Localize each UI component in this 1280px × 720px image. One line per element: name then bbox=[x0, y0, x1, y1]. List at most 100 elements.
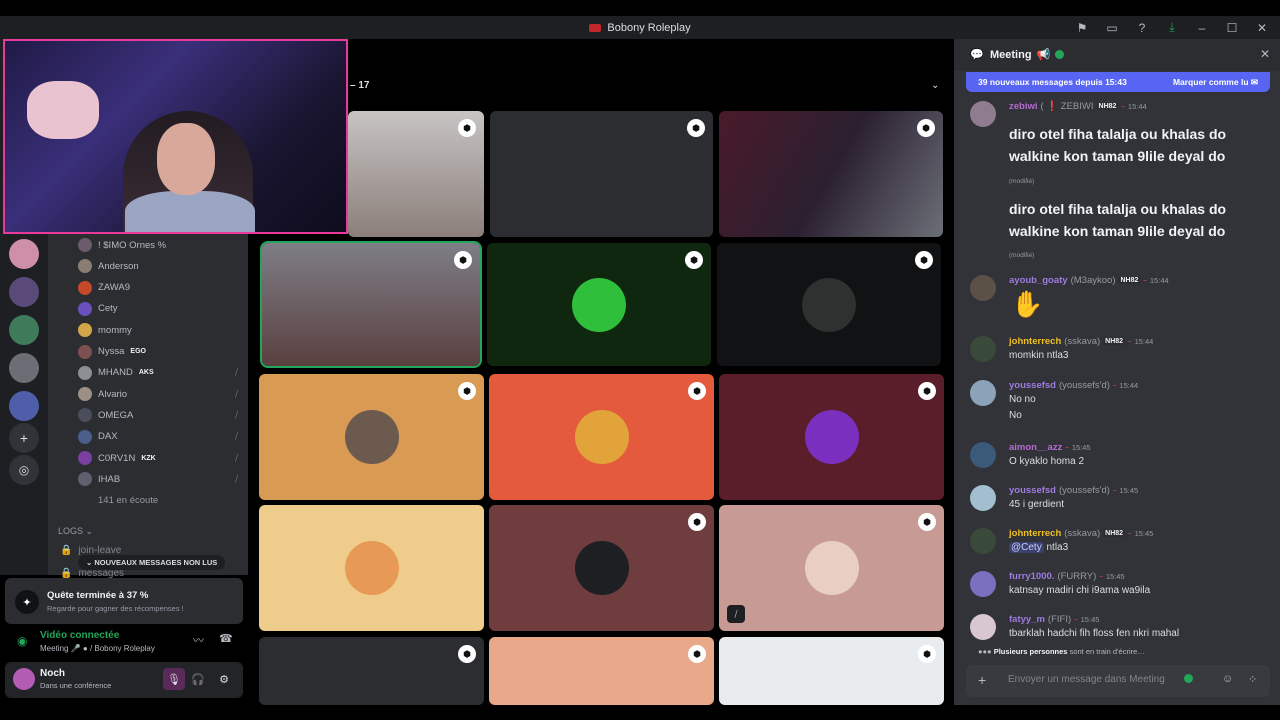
add-server-icon[interactable]: + bbox=[9, 423, 39, 453]
voice-member[interactable]: C0RV1N KZK ⧸ bbox=[78, 451, 238, 465]
voice-member[interactable]: Nyssa EGO bbox=[78, 344, 238, 359]
shield-icon[interactable]: ⬢ bbox=[688, 382, 706, 400]
shield-icon[interactable]: ⬢ bbox=[458, 119, 476, 137]
shield-icon[interactable]: ⬢ bbox=[458, 645, 476, 663]
avatar[interactable] bbox=[970, 380, 996, 406]
author-name[interactable]: youssefsd bbox=[1009, 380, 1056, 391]
message-input[interactable]: Envoyer un message dans Meeting bbox=[1008, 674, 1165, 685]
shield-icon[interactable]: ⬢ bbox=[454, 251, 472, 269]
voice-member[interactable]: Alvario ⧸ bbox=[78, 387, 238, 402]
download-icon[interactable]: ⤓ bbox=[1164, 20, 1180, 36]
avatar[interactable] bbox=[970, 485, 996, 511]
mark-read-button[interactable]: Marquer comme lu ✉ bbox=[1173, 77, 1258, 88]
video-tile-screen[interactable]: ⬢ bbox=[490, 111, 713, 237]
video-tile-avatar[interactable]: ⬢ bbox=[487, 243, 711, 366]
message-body: @Cety ntla3 bbox=[1009, 542, 1068, 553]
server-folder-icon[interactable] bbox=[9, 277, 39, 307]
shield-icon[interactable]: ⬢ bbox=[918, 382, 936, 400]
close-button[interactable]: ✕ bbox=[1254, 20, 1270, 36]
server-folder-icon[interactable] bbox=[9, 391, 39, 421]
voice-member[interactable]: MHAND AKS ⧸ bbox=[78, 365, 238, 380]
minimize-button[interactable]: – bbox=[1194, 20, 1210, 36]
new-messages-pill[interactable]: ⌄ NOUVEAUX MESSAGES NON LUS bbox=[78, 555, 226, 570]
voice-member[interactable]: ! $IMO Ornes % bbox=[78, 238, 238, 252]
message-composer[interactable]: + Envoyer un message dans Meeting ☺ ⁘ bbox=[966, 665, 1270, 697]
guild-tag[interactable]: NH82 bbox=[1103, 530, 1126, 537]
emoji-icon[interactable]: ☺ bbox=[1222, 673, 1233, 685]
disconnect-icon[interactable]: ☎ bbox=[219, 632, 233, 645]
apps-icon[interactable]: ⁘ bbox=[1248, 673, 1257, 686]
video-tile-avatar[interactable]: ⬢ bbox=[259, 637, 484, 705]
deafen-button[interactable]: 🎧 bbox=[187, 668, 209, 690]
video-tile-avatar[interactable]: ⬢ bbox=[719, 374, 944, 500]
video-tile-webcam[interactable]: ⬢ bbox=[719, 111, 943, 237]
voice-status[interactable]: Vidéo connectée bbox=[40, 630, 119, 641]
flag-icon[interactable]: ⚑ bbox=[1074, 20, 1090, 36]
server-folder-icon[interactable] bbox=[9, 353, 39, 383]
voice-member[interactable]: OMEGA ⧸ bbox=[78, 408, 238, 423]
guild-tag[interactable]: NH82 bbox=[1103, 338, 1126, 345]
author-name[interactable]: johnterrech bbox=[1009, 528, 1061, 539]
shield-icon[interactable]: ⬢ bbox=[918, 513, 936, 531]
avatar[interactable] bbox=[970, 275, 996, 301]
voice-location[interactable]: Meeting 🎤 ● / Bobony Roleplay bbox=[40, 644, 155, 653]
shield-icon[interactable]: ⬢ bbox=[687, 119, 705, 137]
video-tile-avatar[interactable]: ⬢ bbox=[717, 243, 941, 366]
video-tile-avatar[interactable]: ⬢ ⧸ bbox=[719, 505, 944, 631]
attach-plus-icon[interactable]: + bbox=[978, 672, 986, 688]
server-folder-icon[interactable] bbox=[9, 315, 39, 345]
quest-progress[interactable]: ✦ Quête terminée à 37 % Regarde pour gag… bbox=[5, 578, 243, 624]
author-name[interactable]: johnterrech bbox=[1009, 336, 1061, 347]
voice-member[interactable]: IHAB ⧸ bbox=[78, 472, 238, 487]
maximize-button[interactable]: ☐ bbox=[1224, 20, 1240, 36]
video-tile-avatar[interactable]: ⬢ bbox=[489, 374, 714, 500]
voice-member[interactable]: DAX ⧸ bbox=[78, 429, 238, 444]
avatar[interactable] bbox=[970, 442, 996, 468]
inbox-icon[interactable]: ▭ bbox=[1104, 20, 1120, 36]
shield-icon[interactable]: ⬢ bbox=[458, 382, 476, 400]
author-name[interactable]: ayoub_goaty bbox=[1009, 275, 1068, 286]
chevron-down-icon[interactable]: ⌄ bbox=[931, 80, 939, 91]
guild-tag[interactable]: NH82 bbox=[1096, 103, 1119, 110]
discover-icon[interactable]: ◎ bbox=[9, 455, 39, 485]
avatar[interactable] bbox=[970, 571, 996, 597]
shield-icon[interactable]: ⬢ bbox=[688, 513, 706, 531]
author-name[interactable]: furry1000. bbox=[1009, 571, 1054, 582]
mute-mic-button[interactable]: 🎙 bbox=[163, 668, 185, 690]
video-tile-avatar[interactable]: ⬢ bbox=[489, 637, 714, 705]
author-name[interactable]: youssefsd bbox=[1009, 485, 1056, 496]
voice-member[interactable]: mommy bbox=[78, 323, 238, 338]
voice-member[interactable]: Anderson bbox=[78, 259, 238, 274]
voice-member[interactable]: ZAWA9 bbox=[78, 280, 238, 295]
avatar[interactable] bbox=[970, 336, 996, 362]
video-tile-avatar[interactable]: ⬢ bbox=[489, 505, 714, 631]
video-tile-webcam[interactable]: ⬢ bbox=[348, 111, 484, 237]
avatar[interactable] bbox=[970, 614, 996, 640]
shield-icon[interactable]: ⬢ bbox=[915, 251, 933, 269]
noise-suppression-icon[interactable]: 〰 bbox=[193, 632, 204, 648]
help-icon[interactable]: ? bbox=[1134, 20, 1150, 36]
new-messages-banner[interactable]: 39 nouveaux messages depuis 15:43 Marque… bbox=[966, 72, 1270, 92]
avatar[interactable] bbox=[13, 668, 35, 690]
category-logs[interactable]: LOGS ⌄ bbox=[58, 526, 93, 537]
author-name[interactable]: fatyy_m bbox=[1009, 614, 1045, 625]
author-name[interactable]: aimon__azz bbox=[1009, 442, 1062, 453]
video-tile-avatar[interactable]: ⬢ bbox=[719, 637, 944, 705]
listener-count[interactable]: 141 en écoute bbox=[78, 493, 238, 508]
server-icon[interactable] bbox=[9, 239, 39, 269]
guild-tag[interactable]: NH82 bbox=[1118, 277, 1141, 284]
video-tile-avatar[interactable]: ⬢ bbox=[259, 374, 484, 500]
avatar[interactable] bbox=[970, 528, 996, 554]
shield-icon[interactable]: ⬢ bbox=[918, 645, 936, 663]
video-tile-webcam[interactable]: ⬢ bbox=[260, 241, 482, 368]
author-name[interactable]: zebiwi bbox=[1009, 101, 1038, 112]
voice-member[interactable]: Cety bbox=[78, 301, 238, 316]
user-mention[interactable]: @Cety bbox=[1009, 542, 1044, 553]
shield-icon[interactable]: ⬢ bbox=[685, 251, 703, 269]
video-tile-avatar[interactable] bbox=[259, 505, 484, 631]
shield-icon[interactable]: ⬢ bbox=[688, 645, 706, 663]
shield-icon[interactable]: ⬢ bbox=[917, 119, 935, 137]
avatar[interactable] bbox=[970, 101, 996, 127]
close-icon[interactable]: ✕ bbox=[1260, 47, 1270, 61]
settings-gear-icon[interactable]: ⚙ bbox=[213, 668, 235, 690]
